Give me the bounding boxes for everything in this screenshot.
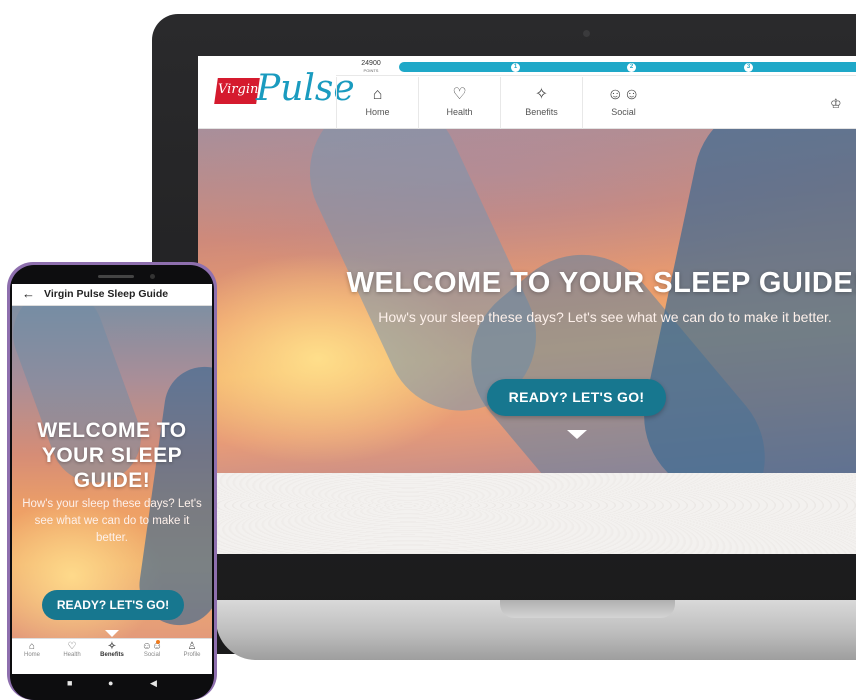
- nav-item-label: Social: [611, 107, 636, 117]
- points-label: POINTS: [363, 68, 379, 73]
- ready-lets-go-button[interactable]: READY? LET'S GO!: [487, 379, 666, 416]
- hero-title: WELCOME TO YOUR SLEEP GUIDE!: [346, 267, 856, 299]
- topographic-pattern-section: [198, 473, 856, 554]
- android-system-bar: ■ ● ◀: [12, 674, 212, 696]
- points-value: 24900: [361, 60, 381, 67]
- heart-icon: ♡: [452, 86, 467, 103]
- phone-nav-label: Benefits: [100, 652, 124, 658]
- app-header: Virgin Pulse 24900 POINTS 1 2 3 ⌂ Home ♡…: [198, 56, 856, 129]
- heart-icon: ♡: [67, 641, 77, 652]
- progress-step-1: 1: [511, 63, 520, 72]
- laptop-screen: Virgin Pulse 24900 POINTS 1 2 3 ⌂ Home ♡…: [198, 56, 856, 554]
- progress-step-3: 3: [744, 63, 753, 72]
- notification-badge: [156, 640, 160, 644]
- phone-ready-lets-go-button[interactable]: READY? LET'S GO!: [42, 590, 184, 620]
- phone-hero-banner: WELCOME TO YOUR SLEEP GUIDE! How's your …: [12, 306, 212, 638]
- phone-nav-label: Health: [63, 652, 81, 658]
- phone-hero-title: WELCOME TO YOUR SLEEP GUIDE!: [37, 419, 187, 492]
- phone-screen: ← Virgin Pulse Sleep Guide WELCOME TO YO…: [12, 284, 212, 674]
- nav-item-social[interactable]: ☺☺ Social: [582, 77, 664, 129]
- nav-item-health[interactable]: ♡ Health: [418, 77, 500, 129]
- phone-nav-social[interactable]: ☺☺ Social: [132, 639, 172, 664]
- phone-app-bar: ← Virgin Pulse Sleep Guide: [12, 284, 212, 306]
- virgin-pulse-logo[interactable]: Virgin Pulse: [212, 66, 355, 122]
- phone-nav-label: Social: [143, 652, 161, 658]
- phone-bottom-nav: ⌂ Home ♡ Health ✧ Benefits ☺☺ Social ♙ P…: [12, 638, 212, 664]
- virgin-logo-text: Virgin: [218, 82, 259, 97]
- home-circle-icon[interactable]: ●: [108, 678, 113, 688]
- nav-item-home[interactable]: ⌂ Home: [336, 77, 418, 129]
- phone-nav-home[interactable]: ⌂ Home: [12, 639, 52, 664]
- laptop-camera: [583, 30, 590, 37]
- nav-item-label: Health: [446, 107, 473, 117]
- phone-scroll-down-arrow-icon[interactable]: [105, 630, 119, 637]
- phone-nav-profile[interactable]: ♙ Profile: [172, 639, 212, 664]
- scroll-down-arrow-icon[interactable]: [567, 430, 587, 439]
- back-arrow-icon[interactable]: ←: [22, 286, 35, 301]
- person-icon: ♙: [187, 641, 197, 652]
- nav-item-label: Benefits: [525, 107, 558, 117]
- trophy-icon[interactable]: ♔: [830, 96, 842, 112]
- laptop-opening-notch: [500, 600, 675, 618]
- device-mockup-scene: Virgin Pulse 24900 POINTS 1 2 3 ⌂ Home ♡…: [0, 0, 856, 700]
- people-icon: ☺☺: [607, 86, 640, 103]
- recent-apps-icon[interactable]: ■: [67, 678, 72, 688]
- benefits-hand-icon: ✧: [107, 641, 117, 652]
- phone-nav-health[interactable]: ♡ Health: [52, 639, 92, 664]
- home-icon: ⌂: [372, 86, 383, 103]
- phone-page-title: Virgin Pulse Sleep Guide: [44, 288, 169, 300]
- people-icon: ☺☺: [141, 641, 163, 652]
- hero-subtitle: How's your sleep these days? Let's see w…: [378, 309, 832, 325]
- phone-nav-benefits[interactable]: ✧ Benefits: [92, 639, 132, 664]
- phone-front-camera: [150, 274, 155, 279]
- nav-item-label: Home: [365, 107, 390, 117]
- phone-speaker: [98, 275, 134, 278]
- hero-banner: WELCOME TO YOUR SLEEP GUIDE! How's your …: [198, 129, 856, 473]
- hero-figure-shape: [629, 129, 856, 473]
- points-counter: 24900 POINTS: [351, 60, 391, 74]
- phone-hero-subtitle: How's your sleep these days? Let's see w…: [22, 498, 202, 544]
- progress-step-2: 2: [627, 63, 636, 72]
- back-triangle-icon[interactable]: ◀: [150, 678, 157, 689]
- nav-item-benefits[interactable]: ✧ Benefits: [500, 77, 582, 129]
- main-nav: ⌂ Home ♡ Health ✧ Benefits ☺☺ Social: [336, 77, 664, 129]
- phone-nav-label: Home: [23, 652, 40, 658]
- benefits-hand-icon: ✧: [534, 86, 549, 103]
- phone-nav-label: Profile: [183, 652, 201, 658]
- home-icon: ⌂: [28, 641, 36, 652]
